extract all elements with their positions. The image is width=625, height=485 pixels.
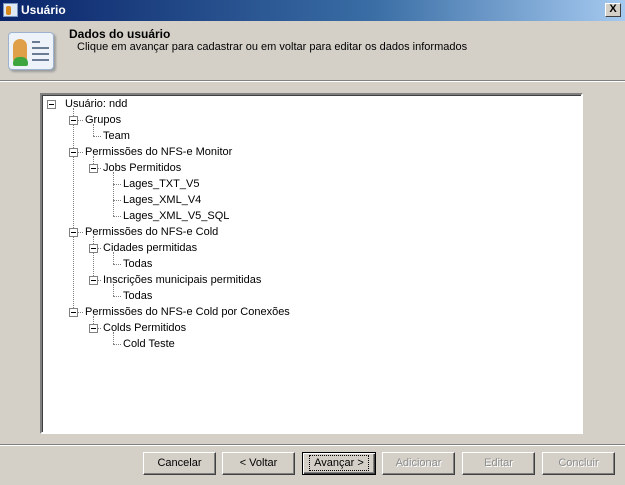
title-bar: Usuário X (0, 0, 625, 21)
tree-node[interactable]: Cidades permitidas (103, 241, 197, 257)
tree-connector-line (113, 172, 114, 216)
tree-node[interactable]: Permissões do NFS-e Cold por Conexões (85, 305, 290, 321)
tree-node[interactable]: Permissões do NFS-e Cold (85, 225, 218, 241)
next-button[interactable]: Avançar > (302, 452, 376, 475)
add-button[interactable]: Adicionar (382, 452, 455, 475)
tree-node[interactable]: Todas (123, 257, 152, 273)
footer-divider (0, 444, 625, 446)
collapse-toggle-icon[interactable] (69, 148, 78, 157)
tree-connector-line (113, 296, 121, 297)
user-tree-view[interactable]: Usuário: ndd Grupos Team Permissões do NFS-… (40, 93, 583, 434)
tree-node[interactable]: Usuário: ndd (65, 97, 127, 113)
collapse-toggle-icon[interactable] (89, 324, 98, 333)
tree-connector-line (113, 344, 121, 345)
tree-node[interactable]: Lages_TXT_V5 (123, 177, 199, 193)
collapse-toggle-icon[interactable] (69, 228, 78, 237)
tree-connector-line (73, 108, 74, 312)
tree-connector-line (93, 236, 94, 280)
tree-connector-line (113, 216, 121, 217)
collapse-toggle-icon[interactable] (89, 276, 98, 285)
page-title: Dados do usuário (69, 27, 171, 41)
tree-node[interactable]: Lages_XML_V5_SQL (123, 209, 229, 225)
finish-button[interactable]: Concluir (542, 452, 615, 475)
app-icon (3, 3, 18, 17)
collapse-toggle-icon[interactable] (47, 100, 56, 109)
collapse-toggle-icon[interactable] (89, 244, 98, 253)
window-title: Usuário (21, 3, 66, 17)
tree-node[interactable]: Permissões do NFS-e Monitor (85, 145, 232, 161)
header-divider (0, 80, 625, 82)
close-button[interactable]: X (605, 3, 621, 17)
cancel-button[interactable]: Cancelar (143, 452, 216, 475)
edit-button[interactable]: Editar (462, 452, 535, 475)
collapse-toggle-icon[interactable] (69, 308, 78, 317)
tree-node[interactable]: Team (103, 129, 130, 145)
tree-node[interactable]: Cold Teste (123, 337, 175, 353)
tree-connector-line (113, 200, 121, 201)
back-button[interactable]: < Voltar (222, 452, 295, 475)
tree-node[interactable]: Lages_XML_V4 (123, 193, 201, 209)
tree-connector-line (113, 184, 121, 185)
tree-node[interactable]: Todas (123, 289, 152, 305)
next-button-label: Avançar > (309, 455, 369, 471)
tree-connector-line (93, 136, 101, 137)
tree-node[interactable]: Grupos (85, 113, 121, 129)
wizard-header: Dados do usuário Clique em avançar para … (0, 21, 625, 81)
collapse-toggle-icon[interactable] (89, 164, 98, 173)
tree-connector-line (113, 264, 121, 265)
page-subtitle: Clique em avançar para cadastrar ou em v… (77, 41, 468, 53)
user-card-icon (8, 32, 54, 70)
tree-node[interactable]: Colds Permitidos (103, 321, 186, 337)
tree-node[interactable]: Inscrições municipais permitidas (103, 273, 261, 289)
collapse-toggle-icon[interactable] (69, 116, 78, 125)
tree-node[interactable]: Jobs Permitidos (103, 161, 181, 177)
